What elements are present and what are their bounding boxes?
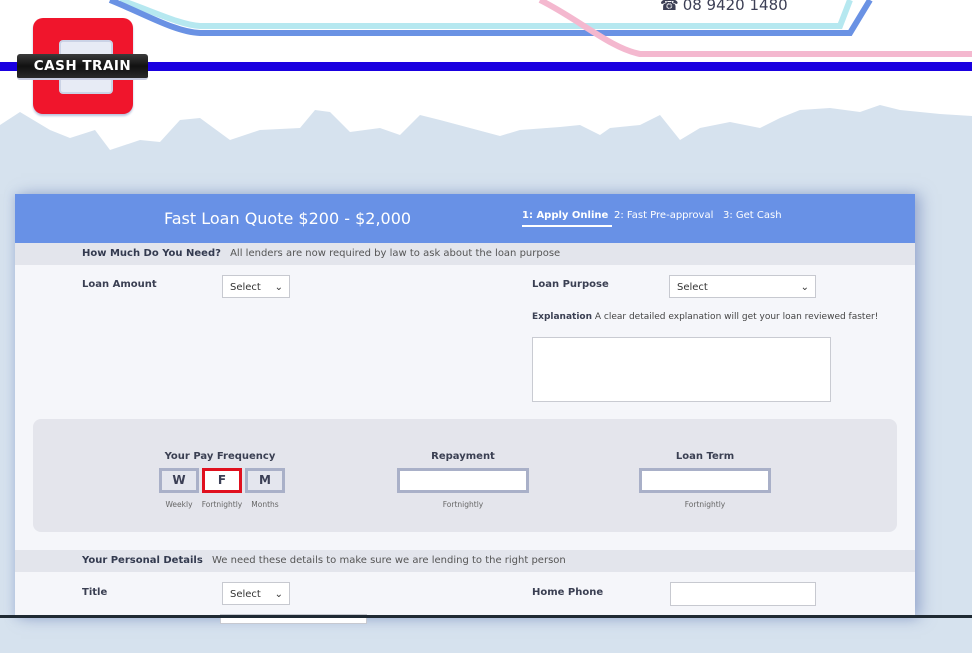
pay-frequency-label: Your Pay Frequency xyxy=(164,451,276,462)
form-title: Fast Loan Quote $200 - $2,000 xyxy=(164,209,412,228)
title-label: Title xyxy=(82,587,108,598)
section-heading: Your Personal Details xyxy=(82,555,203,566)
pay-frequency-fortnightly-button[interactable]: F xyxy=(202,468,242,493)
section-note: We need these details to make sure we ar… xyxy=(211,555,566,566)
step-get-cash: 3: Get Cash xyxy=(723,210,782,221)
logo-text: CASH TRAIN xyxy=(17,54,148,80)
site-header: ☎ 08 9420 1480 CASH TRAIN xyxy=(0,0,972,190)
explanation-textarea[interactable] xyxy=(532,337,831,402)
section-loan-needs: How Much Do You Need? All lenders are no… xyxy=(15,243,915,265)
loan-quote-form: Fast Loan Quote $200 - $2,000 1: Apply O… xyxy=(15,194,915,624)
loan-amount-select[interactable]: Select ⌄ xyxy=(222,275,290,298)
home-phone-label: Home Phone xyxy=(532,587,604,598)
loan-term-label: Loan Term xyxy=(675,451,735,462)
repayment-label: Repayment xyxy=(431,451,495,462)
chevron-down-icon: ⌄ xyxy=(800,282,809,293)
fortnightly-caption: Fortnightly xyxy=(201,500,243,509)
telephone-icon: ☎ xyxy=(660,0,679,14)
title-select[interactable]: Select ⌄ xyxy=(222,582,290,605)
phone-number[interactable]: ☎ 08 9420 1480 xyxy=(660,0,788,14)
pay-frequency-weekly-button[interactable]: W xyxy=(159,468,199,493)
loan-term-input[interactable] xyxy=(639,468,771,493)
repayment-caption: Fortnightly xyxy=(442,500,484,509)
step-pre-approval: 2: Fast Pre-approval xyxy=(614,210,714,221)
loan-amount-label: Loan Amount xyxy=(82,279,157,290)
home-phone-input[interactable] xyxy=(670,582,816,606)
explanation-label: Explanation A clear detailed explanation… xyxy=(532,312,879,322)
loan-term-caption: Fortnightly xyxy=(684,500,726,509)
pay-frequency-months-button[interactable]: M xyxy=(245,468,285,493)
step-apply-online: 1: Apply Online xyxy=(522,210,609,221)
section-note: All lenders are now required by law to a… xyxy=(230,248,561,259)
repayment-input[interactable] xyxy=(397,468,529,493)
loan-purpose-label: Loan Purpose xyxy=(532,279,609,290)
section-personal-details: Your Personal Details We need these deta… xyxy=(15,550,915,572)
weekly-caption: Weekly xyxy=(165,500,193,509)
cash-train-logo[interactable]: CASH TRAIN xyxy=(17,18,149,114)
chevron-down-icon: ⌄ xyxy=(274,589,283,600)
section-heading: How Much Do You Need? xyxy=(82,248,221,259)
form-header: Fast Loan Quote $200 - $2,000 1: Apply O… xyxy=(15,194,915,243)
active-step-underline xyxy=(522,225,612,227)
chevron-down-icon: ⌄ xyxy=(274,282,283,293)
loan-purpose-select[interactable]: Select ⌄ xyxy=(669,275,816,298)
months-caption: Months xyxy=(251,500,279,509)
